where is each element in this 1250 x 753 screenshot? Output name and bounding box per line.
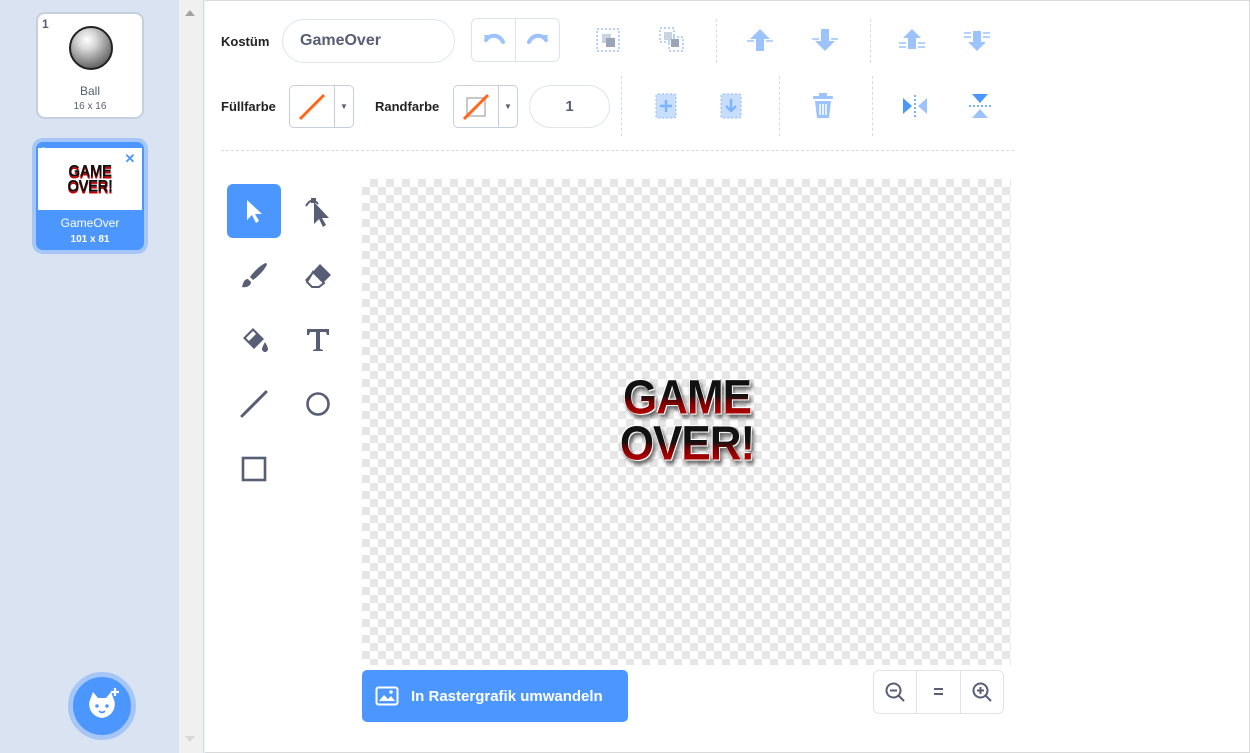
reshape-icon: [305, 198, 329, 227]
paste-button[interactable]: [713, 88, 749, 124]
fill-tool[interactable]: [227, 313, 281, 367]
line-icon: [240, 390, 268, 418]
undo-icon: [483, 33, 505, 44]
dropdown-caret-icon: ▼: [334, 86, 353, 127]
circle-tool[interactable]: [291, 377, 345, 431]
convert-to-bitmap-label: In Rastergrafik umwandeln: [411, 687, 603, 705]
zoom-in-button[interactable]: [959, 671, 1003, 713]
arrow-up-icon: [747, 29, 773, 51]
costume-item-ball[interactable]: 1 Ball 16 x 16: [36, 12, 144, 119]
game-over-artwork[interactable]: GAME OVER!: [619, 369, 755, 473]
fill-label: Füllfarbe: [221, 99, 276, 114]
scroll-down-arrow-icon[interactable]: [185, 736, 195, 742]
dropdown-caret-icon: ▼: [498, 86, 517, 127]
costume-name: GameOver: [60, 216, 120, 230]
redo-button[interactable]: [515, 19, 559, 61]
send-to-back-icon: [964, 31, 990, 51]
no-outline-swatch-icon: [462, 93, 490, 121]
costume-number: 1: [42, 17, 49, 31]
eraser-tool[interactable]: [291, 249, 345, 303]
front-button[interactable]: [894, 22, 930, 58]
copy-icon: [655, 93, 677, 119]
reshape-tool[interactable]: [291, 184, 345, 238]
zoom-out-button[interactable]: [874, 671, 916, 713]
costume-list: 1 Ball 16 x 16 2 GAME OVER! ✕ GameOver 1…: [0, 0, 179, 753]
fill-bucket-icon: [243, 328, 268, 352]
delete-costume-icon[interactable]: ✕: [121, 149, 139, 167]
ball-thumbnail: [69, 26, 113, 70]
undo-button[interactable]: [472, 19, 515, 61]
arrow-down-icon: [812, 29, 838, 51]
flip-horizontal-button[interactable]: [897, 88, 933, 124]
artwork-text-line: OVER!: [619, 416, 755, 471]
select-arrow-icon: [247, 200, 262, 223]
eraser-icon: [305, 264, 331, 288]
costume-size: 16 x 16: [73, 101, 107, 112]
zoom-out-icon: [885, 682, 905, 702]
toolbar-separator: [221, 150, 1014, 151]
flip-vertical-icon: [969, 94, 991, 118]
image-icon: [375, 686, 399, 706]
copy-button[interactable]: [648, 88, 684, 124]
brush-icon: [242, 263, 267, 288]
costume-size: 101 x 81: [70, 234, 110, 245]
costume-name: Ball: [79, 84, 100, 98]
paste-icon: [720, 93, 742, 119]
costume-name-input[interactable]: GameOver: [282, 19, 455, 63]
circle-icon: [306, 392, 330, 416]
paint-editor: Kostüm GameOver Füllfarbe ▼ Randfarbe ▼ …: [205, 0, 1250, 753]
drawing-canvas[interactable]: GAME OVER!: [362, 179, 1011, 665]
trash-icon: [813, 93, 833, 118]
costume-item-gameover[interactable]: 2 GAME OVER! ✕ GameOver 101 x 81: [32, 138, 148, 254]
zoom-in-icon: [972, 682, 992, 702]
no-color-swatch-icon: [298, 93, 326, 121]
scroll-up-arrow-icon[interactable]: [185, 10, 195, 16]
toolbar-divider: [870, 19, 871, 63]
flip-vertical-button[interactable]: [962, 88, 998, 124]
text-t-icon: [307, 329, 329, 351]
outline-label: Randfarbe: [375, 99, 440, 114]
costume-list-scrollbar[interactable]: [179, 0, 204, 753]
zoom-controls: =: [873, 670, 1004, 714]
toolbar-divider: [872, 76, 873, 136]
toolbar-divider: [716, 19, 717, 63]
convert-to-bitmap-button[interactable]: In Rastergrafik umwandeln: [362, 670, 628, 722]
forward-button[interactable]: [742, 22, 778, 58]
outline-width-input[interactable]: 1: [529, 85, 610, 128]
backward-button[interactable]: [807, 22, 843, 58]
toolbar-divider: [779, 76, 780, 136]
back-button[interactable]: [959, 22, 995, 58]
flip-horizontal-icon: [903, 95, 927, 117]
add-costume-button[interactable]: [68, 672, 136, 740]
bring-to-front-icon: [899, 29, 925, 49]
brush-tool[interactable]: [227, 249, 281, 303]
outline-color-picker[interactable]: ▼: [453, 85, 518, 128]
delete-button[interactable]: [805, 88, 841, 124]
fill-color-picker[interactable]: ▼: [289, 85, 354, 128]
cat-plus-icon: [89, 688, 119, 718]
group-icon: [596, 28, 620, 52]
rectangle-icon: [241, 456, 267, 482]
select-tool[interactable]: [227, 184, 281, 238]
rectangle-tool[interactable]: [227, 442, 281, 496]
ungroup-icon: [659, 27, 684, 52]
line-tool[interactable]: [227, 377, 281, 431]
group-button[interactable]: [590, 22, 626, 58]
toolbar-divider: [621, 76, 622, 136]
costume-label: Kostüm: [221, 34, 270, 49]
undo-redo-group: [471, 18, 560, 62]
text-tool[interactable]: [291, 313, 345, 367]
zoom-reset-button[interactable]: =: [916, 671, 959, 713]
thumbnail-text-line: OVER!: [67, 177, 113, 196]
redo-icon: [526, 33, 548, 44]
ungroup-button[interactable]: [654, 22, 690, 58]
